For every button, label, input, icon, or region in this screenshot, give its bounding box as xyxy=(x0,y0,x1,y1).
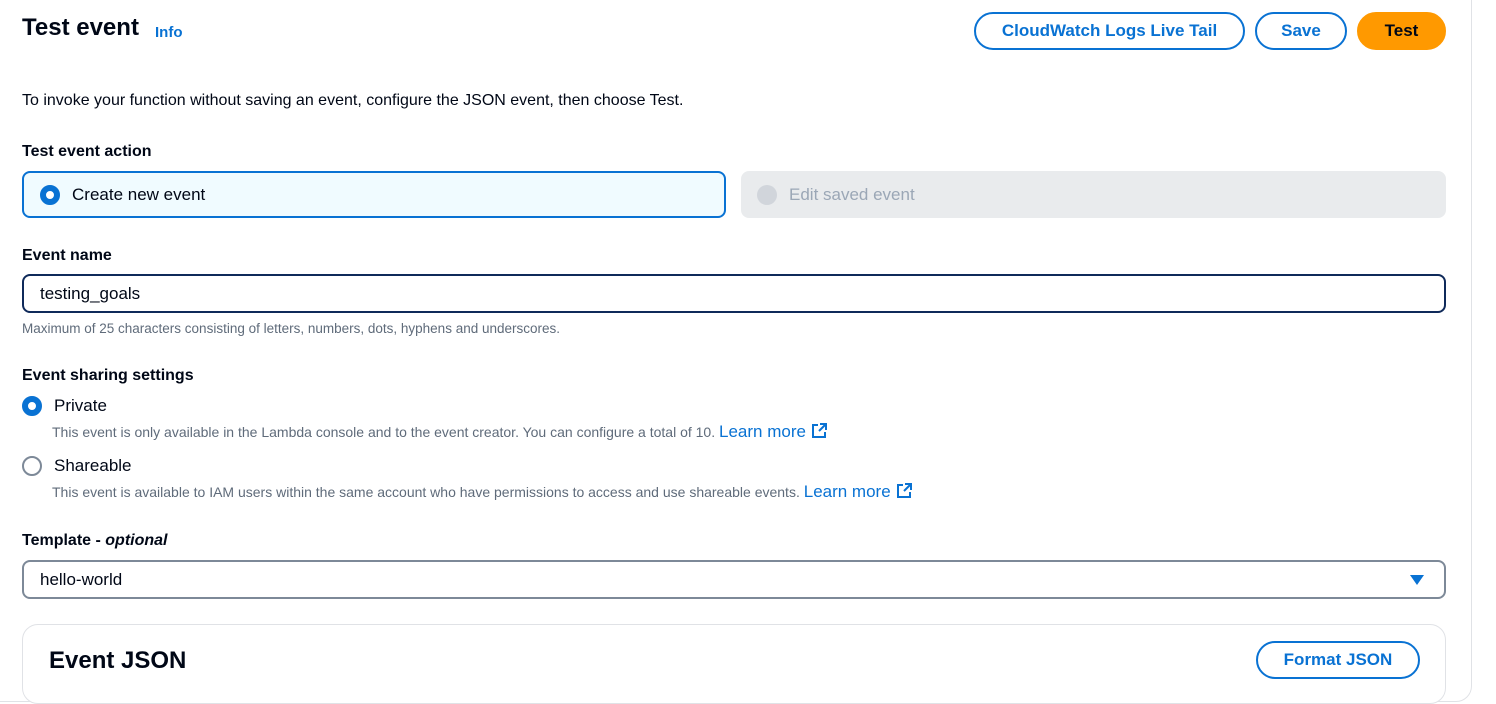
create-new-event-tile[interactable]: Create new event xyxy=(22,171,726,218)
external-link-icon xyxy=(896,483,912,498)
radio-selected-icon[interactable] xyxy=(22,396,42,416)
page-description: To invoke your function without saving a… xyxy=(22,92,684,109)
template-select[interactable]: hello-world xyxy=(22,560,1446,599)
radio-unselected-icon[interactable] xyxy=(22,456,42,476)
learn-more-label: Learn more xyxy=(803,482,891,501)
format-json-button[interactable]: Format JSON xyxy=(1256,641,1420,679)
private-label: Private xyxy=(54,396,107,415)
page-title: Test event xyxy=(22,14,139,41)
edit-saved-event-tile: Edit saved event xyxy=(741,171,1446,218)
private-description-text: This event is only available in the Lamb… xyxy=(52,424,716,440)
cloudwatch-live-tail-button[interactable]: CloudWatch Logs Live Tail xyxy=(974,12,1245,50)
shareable-description-text: This event is available to IAM users wit… xyxy=(52,484,800,500)
test-button[interactable]: Test xyxy=(1357,12,1446,50)
create-new-event-label: Create new event xyxy=(72,184,206,204)
optional-tag: optional xyxy=(105,532,168,549)
caret-down-icon xyxy=(1410,575,1424,585)
external-link-icon xyxy=(811,423,827,438)
event-name-label: Event name xyxy=(22,247,112,264)
shareable-option[interactable]: Shareable xyxy=(22,456,132,476)
private-learn-more-link[interactable]: Learn more xyxy=(719,422,828,441)
private-option[interactable]: Private xyxy=(22,396,107,416)
edit-saved-event-label: Edit saved event xyxy=(789,184,915,204)
shareable-label: Shareable xyxy=(54,456,132,475)
shareable-description: This event is available to IAM users wit… xyxy=(52,482,913,502)
radio-disabled-icon xyxy=(757,184,777,205)
learn-more-label: Learn more xyxy=(719,422,806,441)
template-selected-value: hello-world xyxy=(40,569,123,589)
save-button[interactable]: Save xyxy=(1255,12,1347,50)
shareable-learn-more-link[interactable]: Learn more xyxy=(804,482,913,501)
radio-selected-icon[interactable] xyxy=(40,184,60,205)
template-label: Template - optional xyxy=(22,532,168,550)
event-json-card: Event JSON Format JSON xyxy=(22,624,1446,704)
event-name-value: testing_goals xyxy=(40,283,141,303)
event-sharing-label: Event sharing settings xyxy=(22,367,194,384)
private-description: This event is only available in the Lamb… xyxy=(52,422,828,442)
event-name-input[interactable]: testing_goals xyxy=(22,274,1446,313)
test-event-action-label: Test event action xyxy=(22,143,152,160)
template-label-text: Template - xyxy=(22,532,106,549)
info-link[interactable]: Info xyxy=(155,24,183,41)
event-name-hint: Maximum of 25 characters consisting of l… xyxy=(22,321,561,336)
